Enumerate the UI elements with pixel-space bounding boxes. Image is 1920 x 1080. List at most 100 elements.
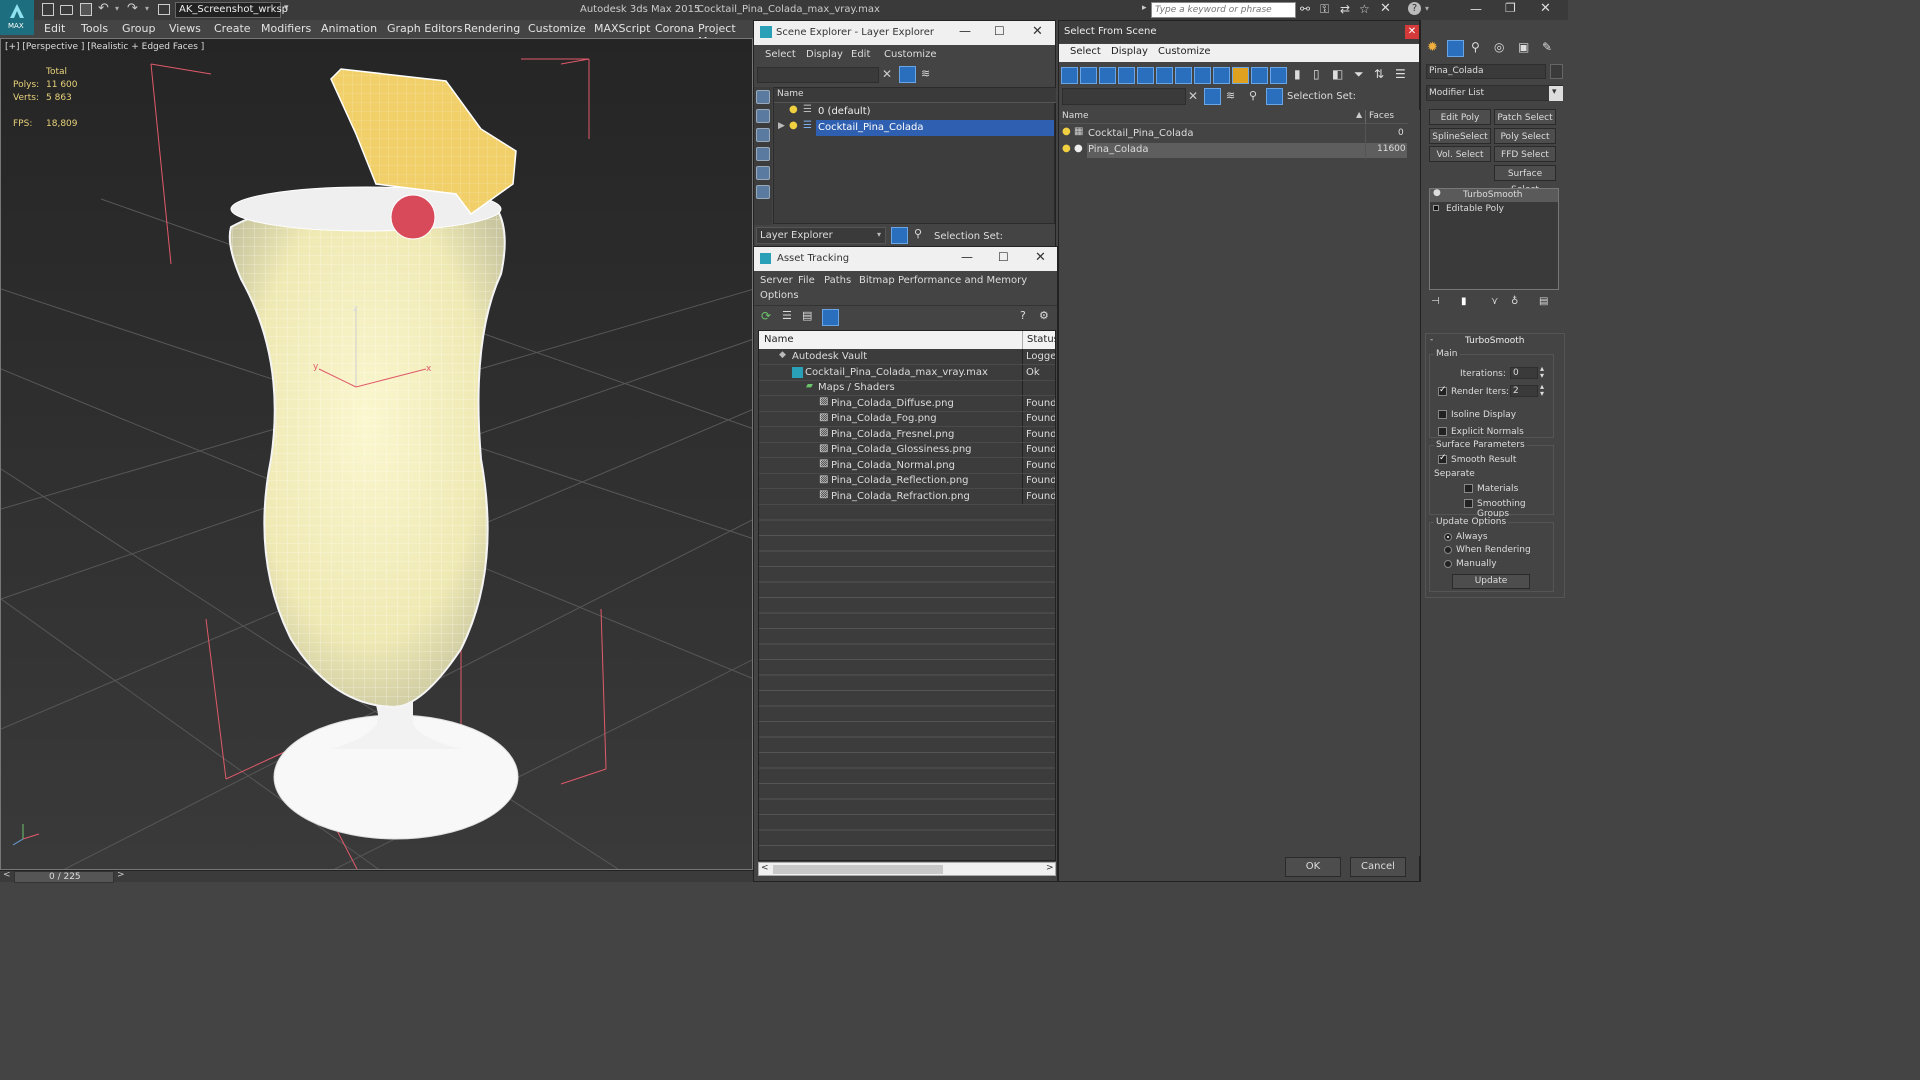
pin-stack-icon[interactable]: ⊣ xyxy=(1431,296,1440,307)
menu-maxscript[interactable]: MAXScript xyxy=(594,22,650,35)
sfs-sort-icon[interactable]: ⇅ xyxy=(1374,67,1384,81)
at-horizontal-scrollbar[interactable]: < > xyxy=(758,862,1056,876)
cancel-button[interactable]: Cancel xyxy=(1350,857,1406,877)
display-all-icon[interactable]: ▮ xyxy=(1294,67,1301,81)
create-tab-icon[interactable]: ✹ xyxy=(1427,40,1438,55)
bulb-icon[interactable]: ● xyxy=(1062,143,1071,154)
sort-ascending-icon[interactable]: ▲ xyxy=(1356,110,1362,119)
table-row[interactable]: Cocktail_Pina_Colada_max_vray.max Ok xyxy=(759,365,1055,381)
expand-box-icon[interactable] xyxy=(1433,205,1439,211)
se-col-name[interactable]: Name xyxy=(777,89,804,99)
timeline-slider[interactable]: 0 / 225 xyxy=(14,871,114,883)
at-menu-paths[interactable]: Paths xyxy=(824,275,851,286)
menu-rendering[interactable]: Rendering xyxy=(464,22,520,35)
filter-groups-icon[interactable] xyxy=(1175,67,1192,84)
display-invert-icon[interactable]: ◧ xyxy=(1332,67,1343,81)
redo-icon[interactable]: ↷ xyxy=(127,1,138,16)
sfs-hierarchy-icon[interactable]: ⚲ xyxy=(1249,89,1257,102)
menu-create[interactable]: Create xyxy=(214,22,251,35)
se-display-spacewarps-icon[interactable] xyxy=(756,185,770,199)
x-icon[interactable]: ✕ xyxy=(1380,1,1391,16)
menu-graph-editors[interactable]: Graph Editors xyxy=(387,22,463,35)
sfs-options-icon[interactable]: ☰ xyxy=(1395,67,1406,81)
sfs-close-button[interactable]: ✕ xyxy=(1405,25,1419,39)
help-icon[interactable]: ? xyxy=(1408,2,1421,15)
se-display-helpers-icon[interactable] xyxy=(756,166,770,180)
filter-shapes-icon[interactable] xyxy=(1080,67,1097,84)
explicit-normals-checkbox[interactable] xyxy=(1438,427,1447,436)
star-icon[interactable]: ☆ xyxy=(1359,2,1370,16)
app-logo[interactable]: MAX xyxy=(0,0,34,35)
at-help-icon[interactable]: ? xyxy=(1020,309,1026,322)
table-row[interactable]: ▨ Pina_Colada_Reflection.png Found xyxy=(759,474,1055,489)
undo-icon[interactable]: ↶ xyxy=(98,1,109,16)
sfs-col-faces[interactable]: Faces xyxy=(1369,111,1394,121)
open-file-icon[interactable] xyxy=(60,5,73,15)
se-layer-mode-icon[interactable] xyxy=(891,227,908,244)
list-view-icon[interactable]: ☰ xyxy=(782,309,792,322)
smoothing-groups-checkbox[interactable] xyxy=(1464,499,1473,508)
display-tab-icon[interactable]: ▣ xyxy=(1518,40,1529,54)
at-menu-server[interactable]: Server xyxy=(760,275,793,286)
bulb-icon[interactable]: ● xyxy=(1433,188,1441,198)
thumbnail-view-icon[interactable]: ▤ xyxy=(802,309,812,322)
key-icon[interactable]: ⚿ xyxy=(1320,2,1329,17)
materials-checkbox[interactable] xyxy=(1464,484,1473,493)
filter-xrefs-icon[interactable] xyxy=(1194,67,1211,84)
remove-modifier-icon[interactable]: ♁ xyxy=(1511,296,1518,307)
modify-tab-icon[interactable] xyxy=(1447,40,1464,57)
se-clear-icon[interactable]: ✕ xyxy=(882,67,892,81)
binoculars-icon[interactable]: ⚯ xyxy=(1300,2,1310,16)
se-search-input[interactable] xyxy=(757,67,879,83)
hierarchy-tab-icon[interactable]: ⚲ xyxy=(1471,40,1480,54)
smooth-result-checkbox[interactable] xyxy=(1438,453,1447,464)
timeline-prev-icon[interactable]: < xyxy=(3,870,11,880)
viewport-label[interactable]: [+] [Perspective ] [Realistic + Edged Fa… xyxy=(5,42,204,52)
sfs-hierarchy-mode-icon[interactable] xyxy=(1266,88,1283,105)
sfs-find-icon[interactable] xyxy=(1204,88,1221,105)
menu-customize[interactable]: Customize xyxy=(528,22,586,35)
timeline-bar[interactable]: < 0 / 225 > xyxy=(0,870,753,883)
at-close-icon[interactable]: ✕ xyxy=(1035,250,1046,265)
at-col-name[interactable]: Name xyxy=(764,334,794,345)
filter-helpers-icon[interactable] xyxy=(1137,67,1154,84)
filter-containers-icon[interactable] xyxy=(1232,67,1249,84)
scene-explorer-titlebar[interactable]: Scene Explorer - Layer Explorer — ☐ ✕ xyxy=(754,21,1055,45)
display-none-icon[interactable]: ▯ xyxy=(1313,67,1320,81)
se-menu-display[interactable]: Display xyxy=(806,49,843,60)
rollout-collapse-icon[interactable]: - xyxy=(1430,335,1433,345)
se-menu-select[interactable]: Select xyxy=(765,49,796,60)
utilities-tab-icon[interactable]: ✎ xyxy=(1542,40,1552,54)
timeline-next-icon[interactable]: > xyxy=(117,870,125,880)
workspace-chevron-icon[interactable]: ▾ xyxy=(284,3,289,13)
se-row-cocktail[interactable]: ▶ ● ☰ Cocktail_Pina_Colada xyxy=(774,120,1056,136)
modifier-list-dropdown[interactable]: Modifier List ▾ xyxy=(1426,85,1563,101)
refresh-icon[interactable]: ⟳ xyxy=(761,309,771,323)
se-display-lights-icon[interactable] xyxy=(756,128,770,142)
scene-explorer-maximize-icon[interactable]: ☐ xyxy=(994,24,1005,38)
ok-button[interactable]: OK xyxy=(1285,857,1341,877)
scroll-right-icon[interactable]: > xyxy=(1046,863,1054,873)
table-row[interactable]: ▨ Pina_Colada_Refraction.png Found xyxy=(759,489,1055,505)
help-chevron-icon[interactable]: ▾ xyxy=(1425,4,1429,13)
iterations-spinner[interactable]: 0 xyxy=(1510,367,1538,379)
spinner-arrows-icon[interactable]: ▴ ▾ xyxy=(1540,383,1544,398)
sfs-clear-icon[interactable]: ✕ xyxy=(1188,89,1198,103)
table-row[interactable]: ◆ Autodesk Vault Logged xyxy=(759,350,1055,365)
scene-explorer-minimize-icon[interactable]: — xyxy=(959,24,971,38)
sfs-col-name[interactable]: Name xyxy=(1062,111,1089,121)
se-display-shapes-icon[interactable] xyxy=(756,109,770,123)
asset-tracking-titlebar[interactable]: Asset Tracking — ☐ ✕ xyxy=(754,247,1057,271)
edit-poly-button[interactable]: Edit Poly xyxy=(1429,109,1491,125)
show-end-result-icon[interactable]: ▮ xyxy=(1461,296,1467,307)
menu-corona[interactable]: Corona xyxy=(655,22,694,35)
object-color-swatch[interactable] xyxy=(1550,64,1563,79)
se-menu-customize[interactable]: Customize xyxy=(884,49,937,60)
spinner-arrows-icon[interactable]: ▴ ▾ xyxy=(1540,365,1544,380)
filter-frozen-icon[interactable] xyxy=(1251,67,1268,84)
filter-cameras-icon[interactable] xyxy=(1118,67,1135,84)
search-input[interactable]: Type a keyword or phrase xyxy=(1151,2,1296,18)
at-col-status[interactable]: Status xyxy=(1027,334,1055,345)
new-file-icon[interactable] xyxy=(42,3,54,16)
at-menu-bitmap[interactable]: Bitmap Performance and Memory xyxy=(859,275,1027,286)
